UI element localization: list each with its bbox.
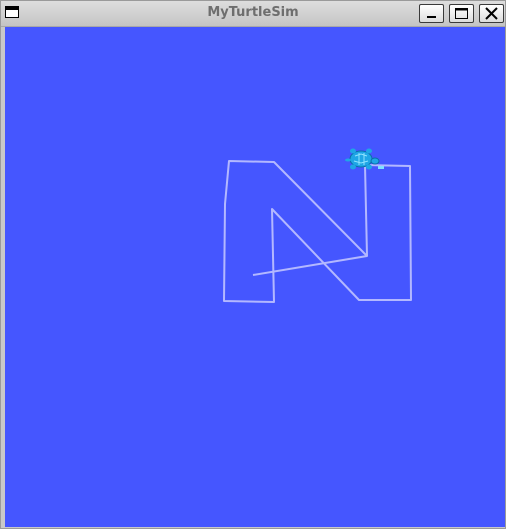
minimize-button[interactable] [419,4,444,23]
maximize-icon [455,8,468,19]
close-button[interactable] [479,4,504,23]
title-bar[interactable]: MyTurtleSim [1,1,505,27]
close-icon [485,7,498,20]
turtle-canvas [5,27,505,527]
turtle-drawing [223,148,412,303]
turtlesim-window: MyTurtleSim [0,0,506,529]
turtle-icon [345,148,384,170]
maximize-button[interactable] [449,4,474,23]
minimize-icon [427,16,436,18]
pen-trail [223,160,412,303]
